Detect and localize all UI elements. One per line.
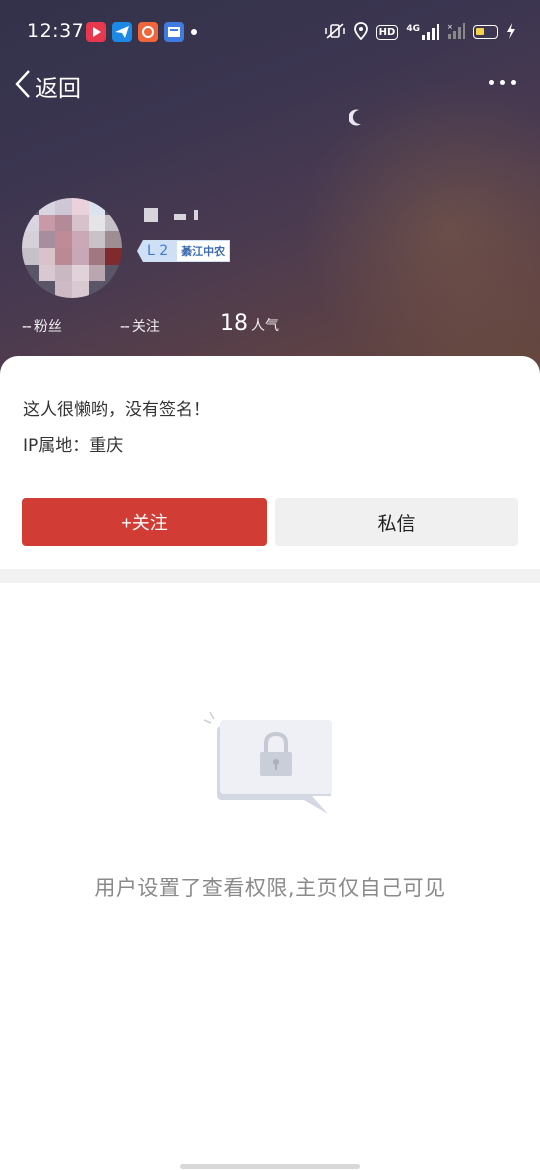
notification-dot <box>191 29 197 35</box>
name-pixel <box>194 210 198 220</box>
profile-stats: -- 粉丝 -- 关注 18 人气 <box>22 306 442 340</box>
stat-following[interactable]: -- 关注 <box>120 316 160 336</box>
lock-icon <box>200 708 340 818</box>
stat-label: 粉丝 <box>33 319 62 335</box>
ip-location: IP属地：重庆 <box>23 436 124 456</box>
battery-icon <box>473 25 498 39</box>
back-button[interactable]: 返回 <box>14 68 81 104</box>
vibrate-off-icon <box>324 22 346 42</box>
svg-text:×: × <box>447 23 453 31</box>
moon-decoration <box>348 109 363 131</box>
chevron-left-icon <box>14 68 32 104</box>
more-dot <box>511 80 516 85</box>
network-type: 4G <box>406 24 420 34</box>
name-pixel <box>144 208 158 222</box>
stat-value: -- <box>120 317 130 335</box>
shopping-app-icon <box>138 22 158 42</box>
status-time: 12:37 <box>27 20 85 42</box>
level-badge: L 2 <box>137 240 177 262</box>
more-dot <box>489 80 494 85</box>
stat-value: 18 <box>220 311 248 336</box>
system-icons: HD 4G × <box>324 21 516 43</box>
bio-text: 这人很懒哟，没有签名！ <box>23 400 210 420</box>
charging-icon <box>506 22 516 42</box>
location-icon <box>353 21 368 43</box>
home-indicator[interactable] <box>180 1164 360 1169</box>
follow-button[interactable]: +关注 <box>22 498 267 546</box>
video-app-icon <box>86 22 106 42</box>
more-options-button[interactable] <box>489 80 516 85</box>
avatar[interactable] <box>22 198 122 298</box>
hd-badge: HD <box>375 24 399 40</box>
signal-4g-icon: 4G <box>406 24 439 40</box>
stat-label: 关注 <box>131 319 160 335</box>
stat-popularity: 18 人气 <box>220 311 279 336</box>
signal-weak-icon: × <box>447 22 465 42</box>
stat-value: -- <box>22 317 32 335</box>
top-nav: 返回 <box>0 64 540 108</box>
empty-state-message: 用户设置了查看权限,主页仅自己可见 <box>94 876 446 900</box>
section-divider <box>0 569 540 583</box>
status-bar: 12:37 HD 4G × <box>0 0 540 64</box>
more-dot <box>500 80 505 85</box>
news-app-icon <box>164 22 184 42</box>
region-tag: 綦江中农 <box>176 240 231 262</box>
send-app-icon <box>112 22 132 42</box>
profile-card: 这人很懒哟，没有签名！ IP属地：重庆 +关注 私信 用户设置了查看权限,主页仅… <box>0 356 540 1170</box>
username-blurred <box>142 204 202 226</box>
stat-label: 人气 <box>251 318 279 334</box>
stat-fans[interactable]: -- 粉丝 <box>22 316 62 336</box>
user-badges: L 2 綦江中农 <box>137 240 231 262</box>
back-label: 返回 <box>35 76 81 102</box>
message-button[interactable]: 私信 <box>275 498 518 546</box>
name-pixel <box>174 214 186 220</box>
